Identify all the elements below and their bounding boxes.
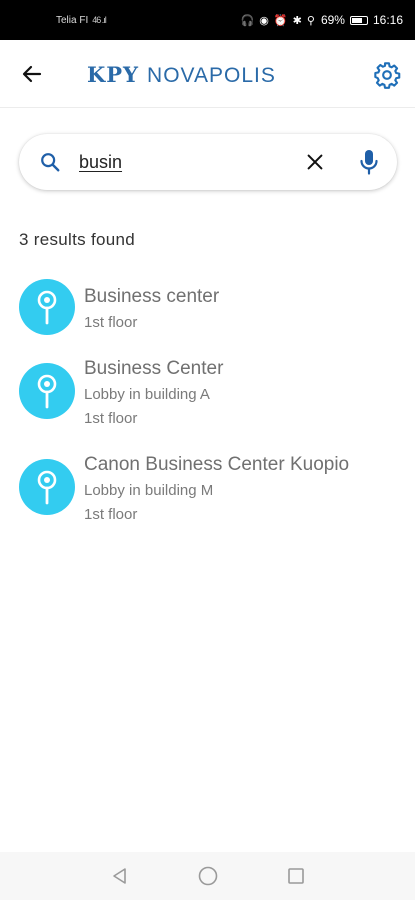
result-text: Business center 1st floor: [84, 286, 219, 335]
search-input[interactable]: [79, 148, 289, 176]
microphone-icon: [360, 150, 378, 175]
status-right: 🎧 ◉ ⏰ ✱ ⚲ 69% 16:16: [240, 13, 403, 27]
search-icon: [41, 153, 60, 172]
result-location: Lobby in building M: [84, 482, 214, 499]
gear-icon: [374, 62, 401, 89]
back-button[interactable]: [20, 62, 44, 86]
result-text: Business Center Lobby in building A 1st …: [84, 358, 223, 431]
nav-home-button[interactable]: [196, 864, 220, 888]
nav-back-button[interactable]: [108, 864, 132, 888]
close-icon: [307, 154, 323, 170]
carrier-label: Telia FI: [56, 14, 89, 26]
app-logo: KPY NOVAPOLIS: [87, 62, 276, 88]
result-item[interactable]: Business center 1st floor: [0, 278, 415, 350]
status-bar: Telia FI 46 .ıl 🎧 ◉ ⏰ ✱ ⚲ 69% 16:16: [0, 0, 415, 40]
settings-button[interactable]: [373, 61, 401, 89]
battery-icon: [349, 15, 368, 25]
voice-search-button[interactable]: [358, 148, 380, 176]
result-floor: 1st floor: [84, 314, 138, 331]
circle-home-icon: [198, 866, 217, 886]
logo-kpy: KPY: [87, 62, 140, 87]
map-pin-icon: [37, 290, 57, 325]
map-pin-icon: [37, 374, 57, 409]
status-icons: 🎧 ◉ ⏰ ✱ ⚲: [240, 14, 316, 27]
results-list: Business center 1st floor Business Cente…: [0, 278, 415, 542]
location-pin-badge: [19, 279, 75, 335]
map-pin-icon: [37, 470, 57, 505]
logo-novapolis: NOVAPOLIS: [147, 64, 276, 87]
signal-icon: 46 .ıl: [92, 15, 106, 25]
clear-search-button[interactable]: [304, 151, 326, 173]
arrow-left-icon: [22, 65, 42, 83]
result-text: Canon Business Center Kuopio Lobby in bu…: [84, 454, 349, 527]
results-count: 3 results found: [19, 230, 136, 249]
square-recents-icon: [287, 868, 304, 884]
clock: 16:16: [372, 13, 403, 27]
search-bar: [19, 134, 397, 190]
result-floor: 1st floor: [84, 410, 138, 427]
location-pin-badge: [19, 363, 75, 419]
triangle-back-icon: [112, 868, 126, 884]
result-item[interactable]: Canon Business Center Kuopio Lobby in bu…: [0, 446, 415, 542]
result-title: Canon Business Center Kuopio: [84, 454, 350, 475]
result-location: Lobby in building A: [84, 386, 210, 403]
nav-recents-button[interactable]: [284, 864, 308, 888]
result-floor: 1st floor: [84, 506, 138, 523]
result-item[interactable]: Business Center Lobby in building A 1st …: [0, 350, 415, 446]
result-title: Business Center: [84, 358, 224, 379]
app-bar: KPY NOVAPOLIS: [0, 40, 415, 108]
battery-percent: 69%: [320, 13, 345, 27]
result-title: Business center: [84, 286, 220, 307]
system-nav-bar: [0, 852, 415, 900]
location-pin-badge: [19, 459, 75, 515]
